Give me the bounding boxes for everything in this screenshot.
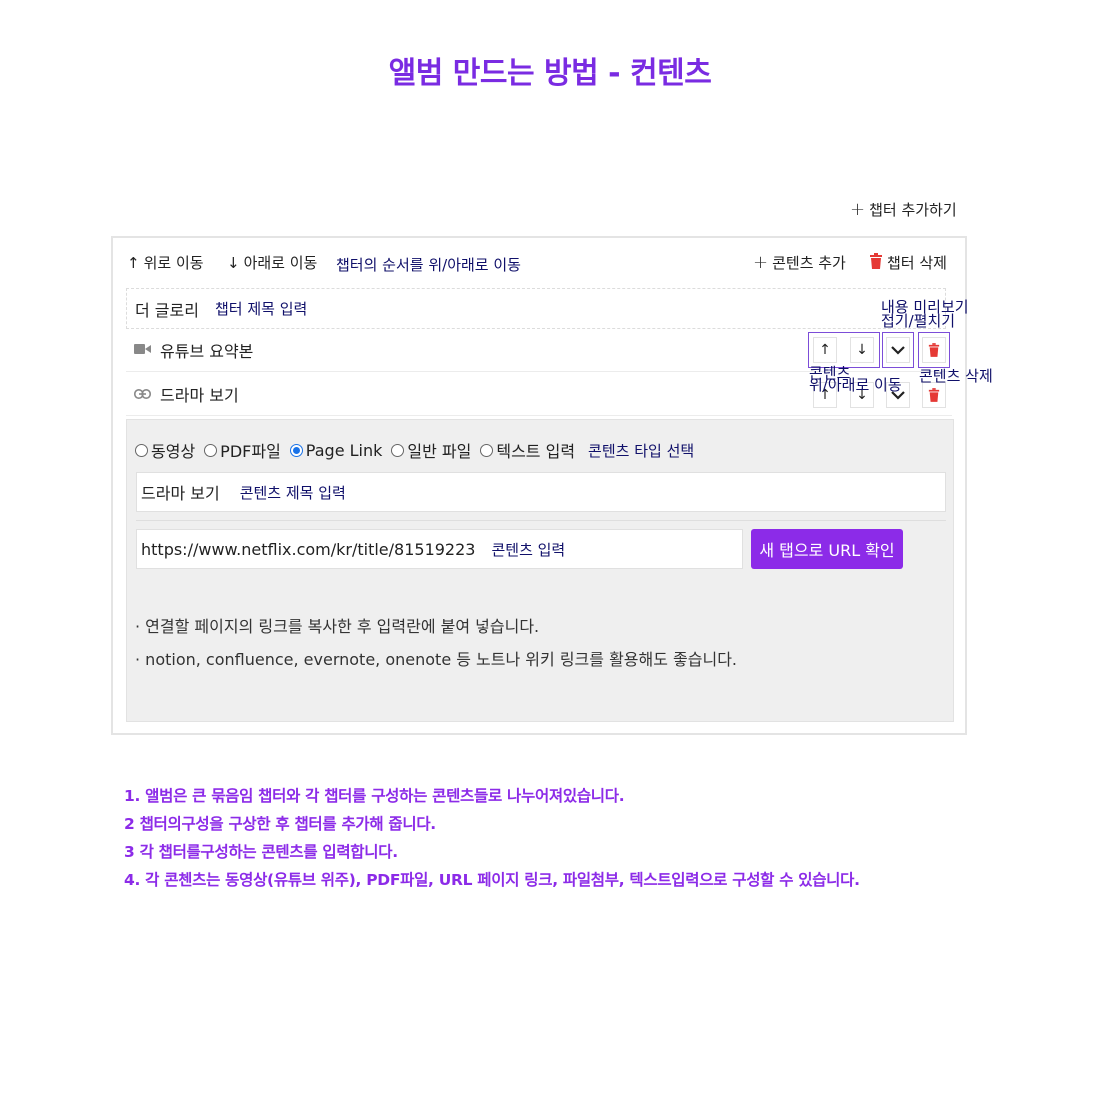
type-label: 텍스트 입력	[496, 442, 576, 461]
plus-icon: +	[850, 198, 866, 220]
radio-button-checked[interactable]	[289, 443, 303, 457]
move-down-label: 아래로 이동	[243, 254, 318, 272]
help-text: · 연결할 페이지의 링크를 복사한 후 입력란에 붙여 넣습니다.	[135, 617, 540, 636]
move-down-button[interactable]: ↓ 아래로 이동	[227, 252, 317, 273]
radio-button[interactable]	[135, 443, 148, 457]
instruction-steps: 1. 앨범은 큰 묶음임 챕터와 각 챕터를 구성하는 콘텐츠들로 나누어져있습…	[124, 784, 860, 896]
arrow-up-icon: ↑	[127, 253, 140, 272]
move-up-label: 위로 이동	[143, 254, 204, 272]
trash-icon	[928, 388, 940, 402]
delete-highlight-box	[918, 332, 950, 368]
radio-button[interactable]	[391, 443, 405, 457]
chapter-title-value: 더 글로리	[135, 300, 199, 320]
divider	[136, 520, 946, 521]
fold-highlight-box	[882, 332, 914, 368]
chapter-card: ↑ 위로 이동 ↓ 아래로 이동 챕터의 순서를 위/아래로 이동 + 콘텐츠 …	[111, 236, 993, 735]
order-note: 챕터의 순서를 위/아래로 이동	[336, 256, 521, 274]
content-move-annotation-2: 위/아래로 이동	[809, 376, 902, 394]
radio-button[interactable]	[204, 443, 218, 457]
content-editor: 동영상 PDF파일 Page Link 일반 파일 텍스트 입력 콘텐츠 타입 …	[126, 419, 954, 722]
step-item: 1. 앨범은 큰 묶음임 챕터와 각 챕터를 구성하는 콘텐츠들로 나누어져있습…	[124, 787, 625, 805]
step-item: 3 각 챕터를구성하는 콘텐츠를 입력합니다.	[124, 843, 398, 861]
type-label: PDF파일	[220, 442, 281, 461]
content-title-value: 드라마 보기	[141, 484, 220, 503]
move-highlight-box	[808, 332, 880, 368]
plus-icon: +	[753, 251, 769, 273]
type-option-video[interactable]: 동영상	[135, 438, 195, 462]
chapter-toolbar: ↑ 위로 이동 ↓ 아래로 이동 챕터의 순서를 위/아래로 이동 + 콘텐츠 …	[127, 252, 953, 276]
content-title: 유튜브 요약본	[160, 341, 254, 361]
link-icon	[134, 385, 160, 403]
chapter-title-note: 챕터 제목 입력	[214, 300, 308, 318]
step-item: 2 챕터의구성을 구상한 후 챕터를 추가해 줍니다.	[124, 815, 436, 833]
radio-button[interactable]	[480, 443, 494, 457]
page-title: 앨범 만드는 방법 - 컨텐츠	[388, 56, 712, 91]
add-chapter-label: 챕터 추가하기	[869, 201, 957, 219]
delete-chapter-button[interactable]: 챕터 삭제	[869, 252, 947, 273]
content-delete-button[interactable]	[922, 382, 946, 408]
type-option-pdf[interactable]: PDF파일	[204, 438, 281, 462]
arrow-down-icon: ↓	[227, 253, 240, 272]
chapter-title-field[interactable]: 더 글로리 챕터 제목 입력	[126, 288, 946, 329]
trash-icon	[869, 252, 883, 273]
type-label: Page Link	[305, 440, 383, 460]
type-option-file[interactable]: 일반 파일	[391, 438, 471, 462]
open-url-button[interactable]: 새 탭으로 URL 확인	[751, 529, 903, 569]
content-type-selector: 동영상 PDF파일 Page Link 일반 파일 텍스트 입력 콘텐츠 타입 …	[135, 438, 694, 462]
content-title: 드라마 보기	[160, 385, 239, 405]
help-text: · notion, confluence, evernote, onenote …	[135, 650, 737, 669]
content-delete-annotation: 콘텐츠 삭제	[919, 367, 993, 385]
step-item: 4. 각 콘첸츠는 동영상(유튜브 위주), PDF파일, URL 페이지 링크…	[124, 871, 860, 889]
type-option-text[interactable]: 텍스트 입력	[480, 438, 575, 462]
add-content-label: 콘텐츠 추가	[772, 254, 846, 272]
type-note: 콘텐츠 타입 선택	[588, 441, 695, 460]
url-note: 콘텐츠 입력	[491, 540, 566, 559]
add-chapter-button[interactable]: + 챕터 추가하기	[850, 199, 957, 220]
move-up-button[interactable]: ↑ 위로 이동	[127, 252, 204, 273]
add-content-button[interactable]: + 콘텐츠 추가	[753, 252, 846, 273]
video-icon	[134, 341, 160, 359]
content-title-note: 콘텐츠 제목 입력	[239, 483, 346, 502]
fold-annotation: 접기/펼치기	[881, 312, 956, 330]
type-label: 일반 파일	[407, 442, 472, 461]
content-title-field[interactable]: 드라마 보기 콘텐츠 제목 입력	[136, 472, 946, 512]
type-option-page-link[interactable]: Page Link	[289, 440, 383, 460]
url-value: https://www.netflix.com/kr/title/8151922…	[141, 539, 476, 559]
url-field[interactable]: https://www.netflix.com/kr/title/8151922…	[136, 529, 743, 569]
delete-chapter-label: 챕터 삭제	[887, 254, 947, 272]
type-label: 동영상	[151, 442, 196, 461]
